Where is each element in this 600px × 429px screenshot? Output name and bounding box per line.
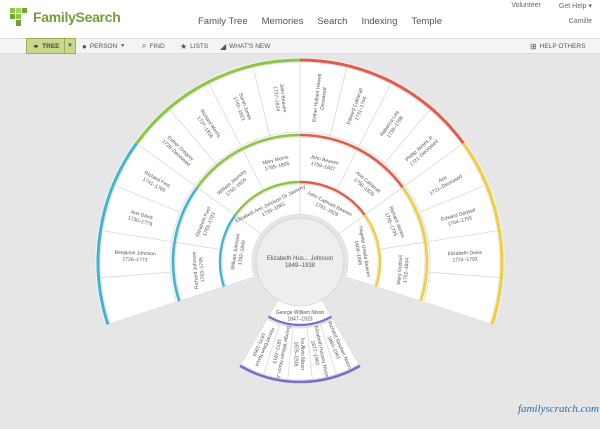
get-help-link[interactable]: Get Help ▾: [559, 2, 592, 10]
whats-new-label: WHAT'S NEW: [229, 42, 271, 50]
plus-square-icon: ⊞: [530, 41, 537, 51]
logo-text: FamilySearch: [33, 9, 121, 25]
tree-icon: ⚭: [32, 41, 40, 51]
caret-down-icon: ▼: [120, 43, 126, 49]
user-menu[interactable]: Camille: [569, 18, 592, 25]
user-name: Camille: [568, 18, 592, 25]
nav-search[interactable]: Search: [317, 16, 347, 27]
person-button[interactable]: ● PERSON ▼: [82, 39, 125, 53]
find-label: FIND: [149, 42, 165, 50]
main-nav: Family Tree Memories Search Indexing Tem…: [198, 16, 456, 27]
nav-indexing[interactable]: Indexing: [361, 16, 397, 27]
tree-label: TREE: [42, 42, 60, 50]
tree-view-dropdown[interactable]: ▼: [64, 38, 76, 54]
familysearch-logo[interactable]: FamilySearch: [8, 6, 121, 28]
lists-label: LISTS: [190, 42, 209, 50]
watermark-text: familyscratch.com: [518, 403, 599, 415]
find-button[interactable]: ⌕ FIND: [142, 39, 165, 53]
top-header: FamilySearch Family Tree Memories Search…: [0, 0, 600, 38]
nav-temple[interactable]: Temple: [411, 16, 442, 27]
person-label: PERSON: [89, 42, 118, 50]
focus-person-circle[interactable]: [255, 217, 345, 307]
person-icon: ●: [82, 41, 87, 51]
descendant-label: Ira Alvin Nixon1875–1916: [293, 338, 306, 370]
nav-family-tree[interactable]: Family Tree: [198, 16, 248, 27]
help-others-button[interactable]: ⊞ HELP OTHERS: [530, 39, 585, 53]
megaphone-icon: ◢: [220, 41, 227, 51]
ancestor-slot-gen3[interactable]: [100, 271, 177, 325]
help-others-label: HELP OTHERS: [539, 42, 586, 50]
star-icon: ★: [180, 41, 188, 51]
account-links: Volunteer Get Help ▾: [511, 2, 592, 10]
fan-chart: Elizabeth Hus... Johnson 1849–1938William…: [95, 57, 505, 384]
tree-logo-icon: [10, 8, 27, 26]
ancestor-slot-gen3[interactable]: [423, 271, 500, 325]
search-icon: ⌕: [142, 41, 147, 50]
get-help-label: Get Help: [558, 3, 587, 10]
lists-button[interactable]: ★ LISTS: [180, 39, 208, 53]
tree-toolbar: ⚭ TREE ▼ ● PERSON ▼ ⌕ FIND ★ LISTS ◢ WHA…: [0, 38, 600, 54]
watermark: familyscratch.com: [518, 403, 599, 415]
tree-view-button[interactable]: ⚭ TREE: [26, 38, 66, 54]
caret-down-icon: ▾: [588, 3, 592, 10]
volunteer-link[interactable]: Volunteer: [511, 2, 541, 10]
ancestor-gen2-label: Mary Godsell1752–1804: [396, 255, 411, 285]
whats-new-button[interactable]: ◢ WHAT'S NEW: [220, 39, 270, 53]
caret-down-icon: ▼: [67, 43, 73, 49]
nav-memories[interactable]: Memories: [262, 16, 304, 27]
